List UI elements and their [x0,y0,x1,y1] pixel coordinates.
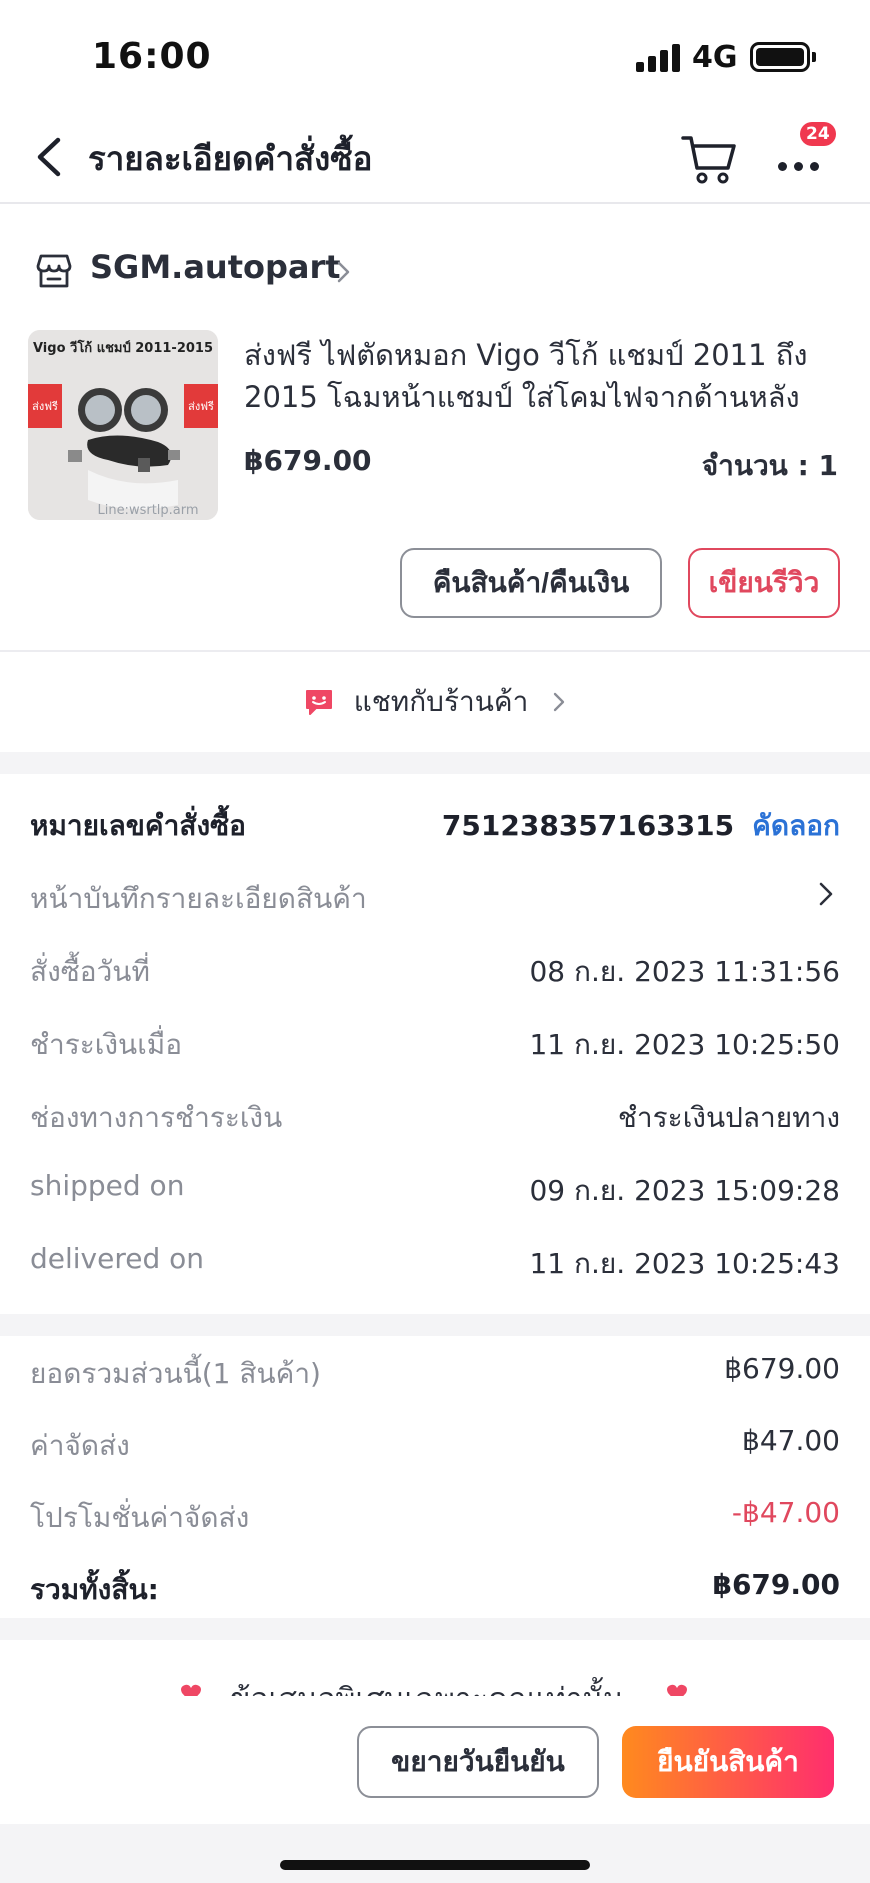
confirm-receipt-button[interactable]: ยืนยันสินค้า [622,1726,834,1798]
section-gap [0,1618,870,1640]
subtotal-value: ฿679.00 [724,1352,840,1385]
chat-with-shop-button[interactable]: แชทกับร้านค้า [0,672,870,732]
chat-icon [305,690,332,715]
battery-icon [750,42,810,72]
notification-badge: 24 [800,122,836,146]
store-link[interactable]: SGM.autopart [0,242,870,298]
delivered-on-row: delivered on 11 ก.ย. 2023 10:25:43 [0,1236,870,1286]
delivered-on-value: 11 ก.ย. 2023 10:25:43 [529,1247,840,1280]
product-image-tag-left: ส่งฟรี [32,400,58,413]
promo-banner: ข้อเสนอพิเศษเฉพาะคุณเท่านั้น [0,1672,870,1696]
order-date-label: สั่งซื้อวันที่ [30,955,150,988]
shipping-promo-row: โปรโมชั่นค่าจัดส่ง -฿47.00 [0,1490,870,1540]
heart-icon [667,1684,687,1696]
subtotal-label: ยอดรวมส่วนนี้(1 สินค้า) [30,1357,321,1390]
order-date-value: 08 ก.ย. 2023 11:31:56 [529,955,840,988]
payment-method-row: ช่องทางการชำระเงิน ชำระเงินปลายทาง [0,1090,870,1140]
shipping-promo-value: -฿47.00 [731,1496,840,1529]
total-row: รวมทั้งสิ้น: ฿679.00 [0,1562,870,1612]
return-refund-button[interactable]: คืนสินค้า/คืนเงิน [400,548,662,618]
cart-icon[interactable] [680,128,738,186]
top-nav-bar: รายละเอียดคำสั่งซื้อ 24 [0,110,870,204]
shipping-promo-label: โปรโมชั่นค่าจัดส่ง [30,1501,250,1534]
order-date-row: สั่งซื้อวันที่ 08 ก.ย. 2023 11:31:56 [0,944,870,994]
paid-date-label: ชำระเงินเมื่อ [30,1028,183,1061]
product-quantity: จำนวน : 1 [701,449,838,482]
payment-method-label: ช่องทางการชำระเงิน [30,1101,283,1134]
chat-label: แชทกับร้านค้า [353,685,529,718]
chevron-right-icon [554,692,565,712]
shipping-fee-value: ฿47.00 [742,1424,840,1457]
store-name: SGM.autopart [90,248,341,286]
shipping-fee-label: ค่าจัดส่ง [30,1429,130,1462]
product-image-watermark: Line:wsrtlp.arm [97,503,198,518]
chevron-right-icon [337,261,350,283]
order-number-row: หมายเลขคำสั่งซื้อ 751238357163315 คัดลอก [0,798,870,848]
payment-method-value: ชำระเงินปลายทาง [617,1101,840,1134]
product-photo: Vigo วีโก้ แชมป์ 2011-2015 ส่งฟรี ส่งฟรี… [28,330,218,520]
write-review-button[interactable]: เขียนรีวิว [688,548,840,618]
order-number-value: 751238357163315 [441,809,735,842]
divider [0,650,870,652]
subtotal-row: ยอดรวมส่วนนี้(1 สินค้า) ฿679.00 [0,1346,870,1396]
shipping-fee-row: ค่าจัดส่ง ฿47.00 [0,1418,870,1468]
product-price: ฿679.00 [244,444,372,477]
extend-confirm-date-button[interactable]: ขยายวันยืนยัน [357,1726,599,1798]
home-indicator[interactable] [280,1860,590,1870]
total-value: ฿679.00 [712,1568,840,1601]
shipped-on-row: shipped on 09 ก.ย. 2023 15:09:28 [0,1163,870,1213]
status-bar: 16:00 4G [0,0,870,110]
chevron-left-icon[interactable] [30,134,70,180]
heart-icon [181,1684,201,1696]
status-time: 16:00 [92,36,212,77]
store-icon [36,254,72,288]
signal-icon [636,44,682,72]
section-gap [0,752,870,774]
product-image-caption: Vigo วีโก้ แชมป์ 2011-2015 [33,339,213,356]
promo-banner-text: ข้อเสนอพิเศษเฉพาะคุณเท่านั้น [230,1676,624,1696]
page-title: รายละเอียดคำสั่งซื้อ [88,139,373,178]
order-number-label: หมายเลขคำสั่งซื้อ [30,809,246,842]
chevron-right-icon [819,882,833,906]
total-label: รวมทั้งสิ้น: [30,1573,159,1606]
home-indicator-area [0,1824,870,1883]
copy-order-number-link[interactable]: คัดลอก [752,809,840,842]
product-image-tag-right: ส่งฟรี [188,400,214,413]
bottom-action-bar: ขยายวันยืนยัน ยืนยันสินค้า [0,1696,870,1824]
shipped-on-label: shipped on [30,1169,185,1202]
shipped-on-value: 09 ก.ย. 2023 15:09:28 [529,1174,840,1207]
section-gap [0,1314,870,1336]
paid-date-value: 11 ก.ย. 2023 10:25:50 [529,1028,840,1061]
product-snapshot-link[interactable]: หน้าบันทึกรายละเอียดสินค้า [0,871,870,921]
product-title[interactable]: ส่งฟรี ไฟตัดหมอก Vigo วีโก้ แชมป์ 2011 ถ… [244,334,844,418]
delivered-on-label: delivered on [30,1242,205,1275]
more-dots-icon[interactable] [774,140,824,180]
paid-date-row: ชำระเงินเมื่อ 11 ก.ย. 2023 10:25:50 [0,1017,870,1067]
network-label: 4G [692,40,738,75]
product-snapshot-label: หน้าบันทึกรายละเอียดสินค้า [30,882,367,915]
product-image[interactable]: Vigo วีโก้ แชมป์ 2011-2015 ส่งฟรี ส่งฟรี… [28,330,218,520]
